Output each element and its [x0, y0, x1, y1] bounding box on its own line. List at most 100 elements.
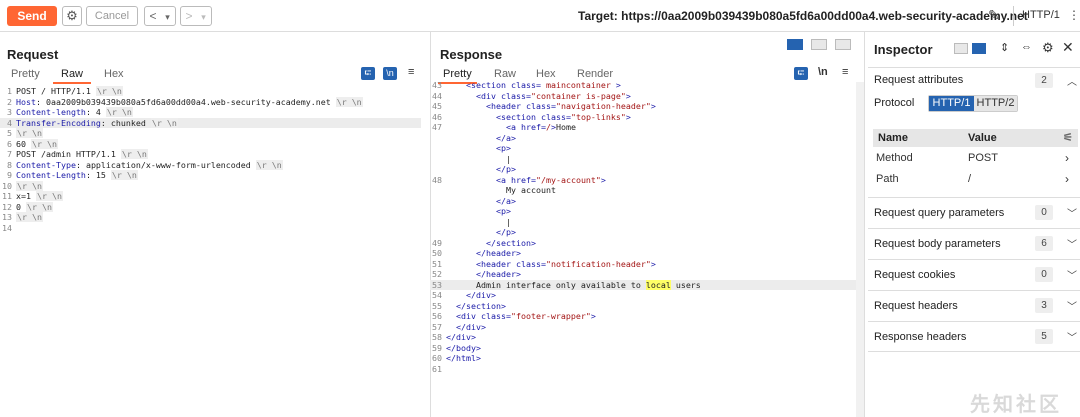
request-headers-section[interactable]: Request headers 3 ﹀ — [868, 290, 1080, 321]
code-line[interactable]: </a> — [430, 133, 856, 144]
chevron-right-icon[interactable]: › — [1065, 172, 1069, 186]
code-line[interactable]: 60 </html> — [430, 353, 856, 364]
code-line[interactable]: 7 POST /admin HTTP/1.1 \r \n — [0, 149, 421, 160]
code-token: </header> — [476, 248, 521, 258]
response-headers-section[interactable]: Response headers 5 ﹀ — [868, 321, 1080, 352]
code-line[interactable]: 13 \r \n — [0, 212, 421, 223]
chevron-up-icon[interactable]: ︿ — [1067, 73, 1077, 88]
layout-side-by-side-button[interactable] — [787, 39, 803, 50]
code-line[interactable]: 49 </section> — [430, 238, 856, 249]
chevron-down-icon[interactable]: ﹀ — [1067, 329, 1077, 344]
code-line[interactable]: 48 <a href="/my-account"> — [430, 175, 856, 186]
request-show-newlines-icon[interactable]: \n — [383, 67, 397, 80]
code-line[interactable]: 6 60 \r \n — [0, 138, 421, 150]
tab-response-hex[interactable]: Hex — [536, 68, 556, 80]
chevron-down-icon[interactable]: ﹀ — [1067, 298, 1077, 313]
code-line[interactable]: 56 <div class="footer-wrapper"> — [430, 311, 856, 322]
tab-response-render[interactable]: Render — [577, 68, 613, 80]
tab-request-hex[interactable]: Hex — [104, 68, 124, 80]
code-line[interactable]: <p> — [430, 206, 856, 217]
code-token: "notification-header" — [545, 258, 651, 269]
code-line[interactable]: 10 \r \n — [0, 180, 421, 192]
request-editor[interactable]: 1 POST / HTTP/1.1 \r \n 2 Host: 0aa2009b039… — [0, 86, 421, 233]
collapse-all-icon[interactable]: ⇔ — [1021, 41, 1032, 53]
code-line[interactable]: </p> — [430, 227, 856, 238]
forward-history-dropdown[interactable]: ▾ — [197, 8, 210, 26]
response-show-newlines-icon[interactable]: \n — [818, 66, 828, 78]
code-line[interactable]: 5 \r \n — [0, 128, 421, 139]
code-line[interactable]: 45 <header class="navigation-header"> — [430, 101, 856, 112]
code-line[interactable]: </a> — [430, 196, 856, 207]
code-line[interactable]: My account — [430, 185, 856, 196]
code-line[interactable]: 57 </div> — [430, 322, 856, 333]
line-content: </section> — [486, 238, 536, 249]
table-row[interactable]: Path / › — [873, 169, 1078, 190]
code-line[interactable]: 4 Transfer-Encoding: chunked \r \n — [0, 117, 421, 128]
request-cookies-section[interactable]: Request cookies 0 ﹀ — [868, 259, 1080, 290]
code-line[interactable]: 8 Content-Type: application/x-www-form-ur… — [0, 159, 421, 171]
protocol-http2-option[interactable]: HTTP/2 — [974, 96, 1017, 111]
code-line[interactable]: <p> — [430, 143, 856, 154]
code-line[interactable]: 14 — [0, 223, 421, 234]
column-filter-icon[interactable]: ⚟ — [1063, 131, 1073, 144]
request-wrap-lines-icon[interactable]: ⮓ — [361, 67, 375, 80]
request-query-parameters-section[interactable]: Request query parameters 0 ﹀ — [868, 197, 1080, 228]
code-line[interactable]: 54 </div> — [430, 290, 856, 301]
back-history-dropdown[interactable]: ▾ — [161, 8, 174, 26]
code-line[interactable]: 43 <section class= maincontainer > — [430, 80, 856, 91]
code-line[interactable]: 3 Content-length: 4 \r \n — [0, 107, 421, 118]
code-line[interactable]: 11 x=1 \r \n — [0, 191, 421, 202]
response-scrollbar[interactable] — [856, 82, 864, 417]
code-line[interactable]: 55 </section> — [430, 301, 856, 312]
code-line[interactable]: 59 </body> — [430, 343, 856, 354]
chevron-down-icon[interactable]: ﹀ — [1067, 236, 1077, 251]
code-line[interactable]: 47 <a href=/>Home — [430, 122, 856, 133]
inspector-layout-right-button[interactable] — [972, 43, 986, 54]
section-count: 5 — [1035, 329, 1053, 344]
inspector-settings-gear-icon[interactable]: ⚙ — [1042, 40, 1054, 56]
code-line[interactable]: 51 <header class="notification-header"> — [430, 259, 856, 270]
settings-gear-icon[interactable]: ⚙ — [62, 6, 82, 26]
code-line[interactable]: 61 — [430, 364, 856, 375]
expand-all-icon[interactable]: ⇕ — [1000, 41, 1009, 54]
code-line[interactable]: | — [430, 154, 856, 165]
code-line[interactable]: 58 </div> — [430, 332, 856, 343]
back-button[interactable]: < — [145, 7, 161, 25]
response-wrap-lines-icon[interactable]: ⮓ — [794, 67, 808, 80]
code-line[interactable]: 46 <section class="top-links"> — [430, 112, 856, 123]
code-line[interactable]: 2 Host: 0aa2009b039439b080a5fd6a00dd00a4.… — [0, 96, 421, 108]
layout-stacked-button[interactable] — [811, 39, 827, 50]
tab-response-raw[interactable]: Raw — [494, 68, 516, 80]
response-editor[interactable]: 43 <section class= maincontainer >44 <div … — [430, 80, 856, 374]
inspector-layout-left-button[interactable] — [954, 43, 968, 54]
http-version-label[interactable]: HTTP/1 — [1022, 9, 1060, 21]
code-line[interactable]: 1 POST / HTTP/1.1 \r \n — [0, 86, 421, 97]
tab-request-raw[interactable]: Raw — [53, 68, 92, 84]
edit-target-pencil-icon[interactable]: ✎ — [988, 7, 1000, 24]
code-line[interactable]: 50 </header> — [430, 248, 856, 259]
forward-button[interactable]: > — [181, 7, 197, 25]
chevron-down-icon[interactable]: ﹀ — [1067, 205, 1077, 220]
code-line[interactable]: 44 <div class="container is-page"> — [430, 91, 856, 102]
code-line[interactable]: 52 </header> — [430, 269, 856, 280]
code-line[interactable]: </p> — [430, 164, 856, 175]
layout-tabs-button[interactable] — [835, 39, 851, 50]
request-attributes-section[interactable]: Request attributes 2 ︿ — [868, 67, 1080, 93]
cancel-button[interactable]: Cancel — [86, 6, 138, 26]
response-menu-icon[interactable]: ≡ — [842, 66, 848, 78]
chevron-down-icon[interactable]: ﹀ — [1067, 267, 1077, 282]
protocol-http1-option[interactable]: HTTP/1 — [929, 96, 974, 111]
send-button[interactable]: Send — [7, 6, 57, 26]
code-line[interactable]: 9 Content-Length: 15 \r \n — [0, 170, 421, 181]
tab-request-pretty[interactable]: Pretty — [11, 68, 40, 80]
code-line[interactable]: | — [430, 217, 856, 228]
request-menu-icon[interactable]: ≡ — [408, 66, 414, 78]
chevron-right-icon[interactable]: › — [1065, 151, 1069, 165]
table-row[interactable]: Method POST › — [873, 148, 1078, 169]
code-line[interactable]: 12 0 \r \n — [0, 201, 421, 213]
more-options-icon[interactable]: ⋮ — [1068, 8, 1080, 22]
inspector-divider[interactable] — [864, 32, 865, 417]
request-body-parameters-section[interactable]: Request body parameters 6 ﹀ — [868, 228, 1080, 259]
code-line[interactable]: 53 Admin interface only available to loca… — [430, 279, 856, 290]
close-inspector-icon[interactable]: ✕ — [1062, 39, 1074, 56]
